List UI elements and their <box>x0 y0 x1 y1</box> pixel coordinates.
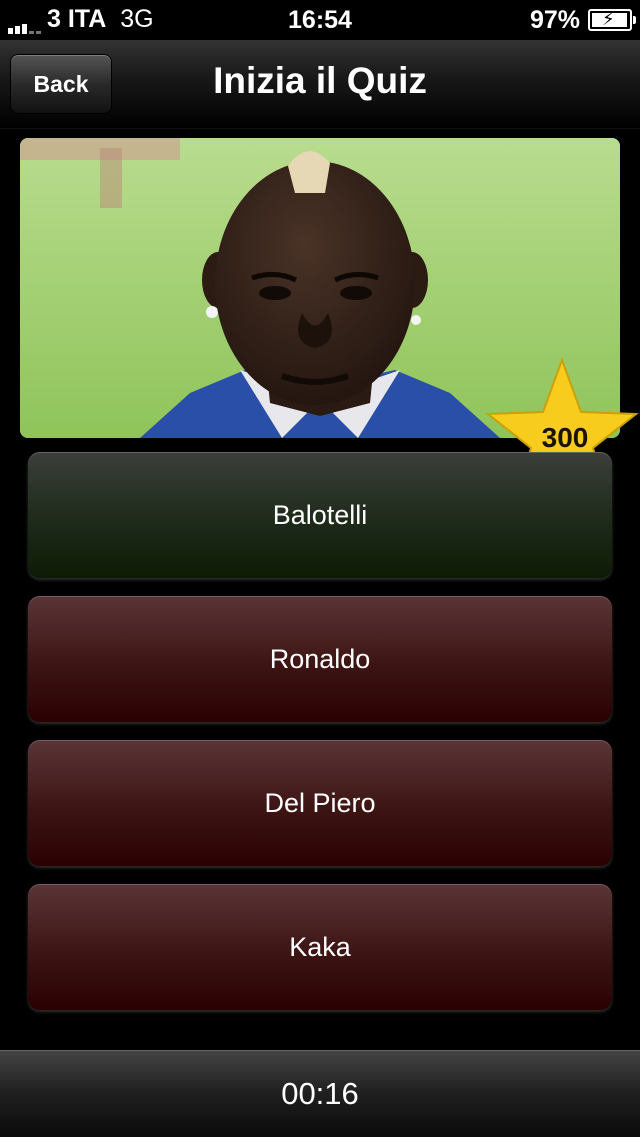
page-title: Inizia il Quiz <box>213 60 427 101</box>
answer-button-4[interactable]: Kaka <box>28 884 612 1010</box>
timer-bar: 00:16 <box>0 1050 640 1137</box>
status-right: 97% ⚡ <box>529 5 636 34</box>
timer-value: 00:16 <box>281 1076 359 1111</box>
navigation-bar: Back Inizia il Quiz <box>0 40 640 129</box>
battery-nub <box>633 16 636 24</box>
status-bar: 3 ITA 3G 16:54 97% ⚡ <box>0 0 640 40</box>
answer-button-3[interactable]: Del Piero <box>28 740 612 866</box>
answer-button-1[interactable]: Balotelli <box>28 452 612 578</box>
charging-bolt-icon: ⚡ <box>602 9 615 29</box>
points-value: 300 <box>541 422 589 453</box>
answer-button-2[interactable]: Ronaldo <box>28 596 612 722</box>
battery-percent: 97% <box>529 5 580 34</box>
battery-icon: ⚡ <box>588 9 636 31</box>
